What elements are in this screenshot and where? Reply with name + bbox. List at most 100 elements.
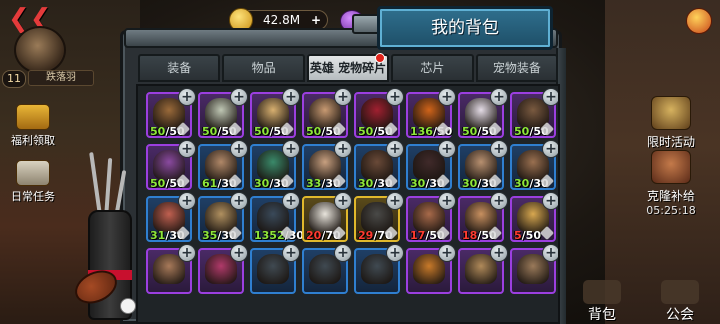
fragment-plus-icon[interactable]: + [282, 140, 300, 158]
fragment-slot[interactable]: +30/30 [406, 140, 456, 190]
fragment-plus-icon[interactable]: + [230, 192, 248, 210]
clone-supply-timer: 05:25:18 [646, 204, 696, 217]
fragment-count-current: 30 [410, 177, 426, 190]
fragment-slot[interactable]: + [198, 244, 248, 294]
fragment-count-current: 50 [514, 125, 530, 138]
fragment-slot[interactable]: +20/70 [302, 192, 352, 242]
fragment-plus-icon[interactable]: + [178, 140, 196, 158]
fragment-plus-icon[interactable]: + [230, 244, 248, 262]
fragment-plus-icon[interactable]: + [282, 192, 300, 210]
fragment-count-current: 50 [306, 125, 322, 138]
gold-amount: 42.8M [263, 13, 301, 27]
fragment-slot[interactable]: +5/50 [510, 192, 558, 242]
welfare-button[interactable]: 福利领取 [6, 104, 60, 148]
fragment-slot[interactable]: +30/30 [458, 140, 508, 190]
fragment-slot[interactable]: +50/50 [510, 88, 558, 138]
fragment-slot[interactable]: +50/50 [458, 88, 508, 138]
fragment-slot[interactable]: +136/50 [406, 88, 456, 138]
tab-guild-label: 公会 [666, 307, 694, 323]
fragment-plus-icon[interactable]: + [178, 192, 196, 210]
fragment-slot[interactable]: + [250, 244, 300, 294]
fragment-plus-icon[interactable]: + [334, 244, 352, 262]
fragment-count-current: 50 [462, 125, 478, 138]
daily-tasks-button[interactable]: 日常任务 [6, 160, 60, 204]
fragment-plus-icon[interactable]: + [334, 192, 352, 210]
add-gold-icon[interactable]: + [311, 11, 321, 29]
fragment-plus-icon[interactable]: + [282, 244, 300, 262]
fragment-slot[interactable]: +17/50 [406, 192, 456, 242]
player-avatar[interactable] [14, 26, 66, 74]
fragment-slot[interactable]: +30/30 [354, 140, 404, 190]
fragment-slot[interactable]: + [510, 244, 558, 294]
backpack-tab-icon [583, 280, 621, 304]
fragment-plus-icon[interactable]: + [490, 140, 508, 158]
fragment-plus-icon[interactable]: + [334, 140, 352, 158]
fragment-slot[interactable]: + [354, 244, 404, 294]
rank-icon[interactable] [686, 8, 712, 34]
tab-pet-equipment-label: 宠物装备 [492, 61, 541, 75]
fragment-plus-icon[interactable]: + [386, 244, 404, 262]
fragment-count-current: 136 [410, 125, 433, 138]
fragment-plus-icon[interactable]: + [386, 192, 404, 210]
fragment-plus-icon[interactable]: + [230, 88, 248, 106]
welfare-label: 福利领取 [11, 134, 55, 147]
fragment-slot[interactable]: +35/30 [198, 192, 248, 242]
fragment-slot[interactable]: +33/30 [302, 140, 352, 190]
fragment-count-current: 30 [514, 177, 530, 190]
fragment-slot[interactable]: +50/50 [146, 88, 196, 138]
tab-chips[interactable]: 芯片 [391, 54, 474, 82]
fragment-plus-icon[interactable]: + [386, 88, 404, 106]
fragment-plus-icon[interactable]: + [542, 192, 558, 210]
fragment-count-current: 50 [150, 125, 166, 138]
fragment-slot[interactable]: +50/50 [250, 88, 300, 138]
fragment-plus-icon[interactable]: + [542, 88, 558, 106]
fragment-count-current: 17 [410, 229, 426, 242]
fragment-plus-icon[interactable]: + [178, 88, 196, 106]
fragment-plus-icon[interactable]: + [490, 192, 508, 210]
fragment-slot[interactable]: +1352/30 [250, 192, 304, 242]
fragment-plus-icon[interactable]: + [178, 244, 196, 262]
fragment-slot[interactable]: +30/30 [510, 140, 558, 190]
fragment-slot[interactable]: +50/50 [302, 88, 352, 138]
tab-hero-pet-fragments-label: 英雄 宠物碎片 [309, 61, 387, 75]
fragment-slot[interactable]: +50/50 [198, 88, 248, 138]
fragment-slot[interactable]: +61/30 [198, 140, 248, 190]
fragment-plus-icon[interactable]: + [438, 140, 456, 158]
gold-counter[interactable]: 42.8M + [229, 8, 328, 32]
fragment-slot[interactable]: +30/30 [250, 140, 300, 190]
event-crate-icon [651, 96, 691, 130]
fragment-count-current: 50 [254, 125, 270, 138]
fragment-plus-icon[interactable]: + [490, 88, 508, 106]
tab-guild[interactable]: 公会 [650, 280, 710, 324]
fragment-slot[interactable]: + [302, 244, 352, 294]
fragment-plus-icon[interactable]: + [438, 244, 456, 262]
limited-event-button[interactable]: 限时活动 [628, 96, 714, 150]
fragment-plus-icon[interactable]: + [438, 88, 456, 106]
fragment-count-current: 20 [306, 229, 322, 242]
tab-items[interactable]: 物品 [222, 54, 305, 82]
fragment-slot[interactable]: + [458, 244, 508, 294]
clone-supply-button[interactable]: 克隆补给 05:25:18 [628, 150, 714, 217]
fragment-count-current: 30 [358, 177, 374, 190]
fragment-plus-icon[interactable]: + [542, 244, 558, 262]
tab-pet-equipment[interactable]: 宠物装备 [475, 54, 559, 82]
fragment-slot[interactable]: +29/70 [354, 192, 404, 242]
fragment-grid-area[interactable]: +50/50+50/50+50/50+50/50+50/50+136/50+50… [136, 84, 560, 324]
fragment-slot[interactable]: + [406, 244, 456, 294]
fragment-plus-icon[interactable]: + [282, 88, 300, 106]
fragment-plus-icon[interactable]: + [490, 244, 508, 262]
tab-equipment-label: 装备 [167, 61, 192, 75]
tab-equipment[interactable]: 装备 [138, 54, 221, 82]
fragment-plus-icon[interactable]: + [386, 140, 404, 158]
fragment-slot[interactable]: +50/50 [354, 88, 404, 138]
limited-event-label: 限时活动 [646, 135, 695, 149]
tab-hero-pet-fragments[interactable]: 英雄 宠物碎片 [306, 53, 390, 82]
fragment-plus-icon[interactable]: + [438, 192, 456, 210]
fragment-count-current: 30 [462, 177, 478, 190]
tab-backpack[interactable]: 背包 [572, 280, 632, 324]
fragment-plus-icon[interactable]: + [334, 88, 352, 106]
fragment-plus-icon[interactable]: + [542, 140, 558, 158]
fragment-slot[interactable]: +18/50 [458, 192, 508, 242]
fragment-plus-icon[interactable]: + [230, 140, 248, 158]
tab-chips-label: 芯片 [420, 61, 445, 75]
